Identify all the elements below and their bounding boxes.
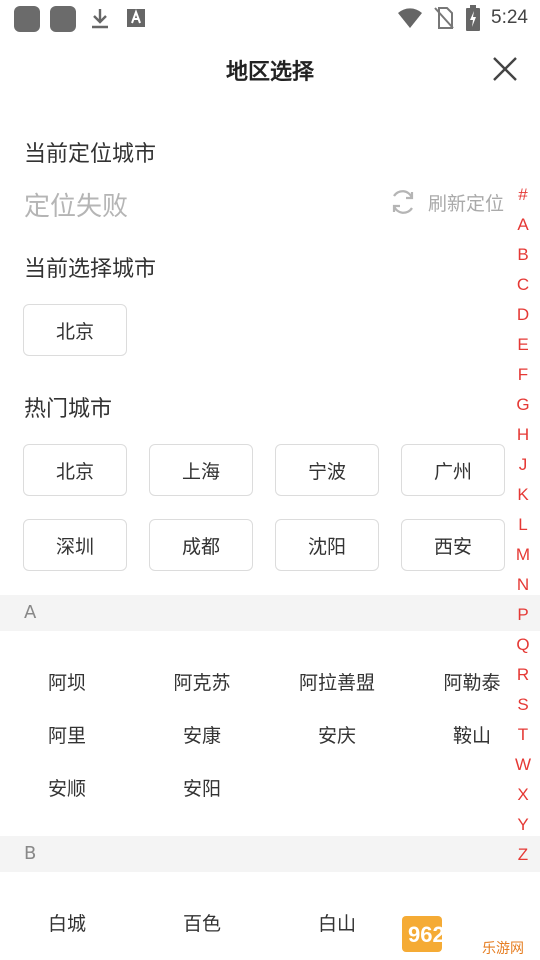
city-item[interactable]: 阿拉善盟	[277, 668, 397, 695]
index-letter[interactable]: N	[514, 570, 532, 600]
wifi-icon	[398, 8, 423, 28]
index-letter[interactable]: R	[514, 660, 532, 690]
index-letter[interactable]: M	[514, 540, 532, 570]
page-title: 地区选择	[225, 60, 314, 85]
index-letter[interactable]: J	[514, 450, 532, 480]
index-letter[interactable]: A	[514, 210, 532, 240]
index-letter[interactable]: T	[514, 720, 532, 750]
city-item[interactable]: 安庆	[277, 721, 397, 748]
group-letter: A	[24, 602, 37, 623]
status-bar: 5:24	[0, 0, 540, 36]
group-header-a: A	[0, 595, 540, 631]
download-icon	[92, 9, 108, 29]
index-letter[interactable]: D	[514, 300, 532, 330]
city-item[interactable]: 阿坝	[7, 668, 127, 695]
city-item[interactable]: 阿克苏	[142, 668, 262, 695]
selected-city-label: 当前选择城市	[24, 257, 157, 282]
app-icon	[14, 6, 40, 32]
index-letter[interactable]: H	[514, 420, 532, 450]
hot-city-button[interactable]: 西安	[401, 519, 505, 571]
status-time: 5:24	[491, 7, 528, 28]
no-sim-icon	[434, 7, 454, 29]
index-letter[interactable]: Q	[514, 630, 532, 660]
app-icon	[50, 6, 76, 32]
index-letter[interactable]: C	[514, 270, 532, 300]
battery-charging-icon	[466, 5, 481, 31]
city-item[interactable]: 安康	[142, 721, 262, 748]
index-letter[interactable]: X	[514, 780, 532, 810]
index-letter[interactable]: L	[514, 510, 532, 540]
index-letter[interactable]: Z	[514, 840, 532, 870]
refresh-location-button[interactable]: 刷新定位	[388, 186, 504, 218]
close-icon[interactable]	[490, 54, 520, 84]
selected-city-button[interactable]: 北京	[23, 304, 127, 356]
alphabet-index-bar[interactable]: # A B C D E F G H J K L M N P Q R S T W X Y Z	[514, 180, 532, 870]
refresh-label: 刷新定位	[427, 192, 504, 215]
location-status: 定位失败	[24, 192, 129, 222]
hot-city-button[interactable]: 宁波	[275, 444, 379, 496]
refresh-icon	[392, 190, 414, 214]
watermark-logo: 962.NET 乐游网	[402, 916, 524, 956]
top-bar: 地区选择	[0, 40, 540, 98]
hot-city-button[interactable]: 北京	[23, 444, 127, 496]
city-item[interactable]: 白山	[277, 909, 397, 936]
index-letter[interactable]: K	[514, 480, 532, 510]
hot-cities-label: 热门城市	[24, 397, 113, 422]
index-letter[interactable]: B	[514, 240, 532, 270]
svg-text:乐游网: 乐游网	[482, 941, 524, 956]
font-icon	[127, 9, 145, 27]
city-item[interactable]: 安阳	[142, 774, 262, 801]
group-header-b: B	[0, 836, 540, 872]
city-item[interactable]: 白城	[7, 909, 127, 936]
index-letter[interactable]: W	[514, 750, 532, 780]
hot-city-button[interactable]: 广州	[401, 444, 505, 496]
index-letter[interactable]: G	[514, 390, 532, 420]
city-item[interactable]: 百色	[142, 909, 262, 936]
index-letter[interactable]: F	[514, 360, 532, 390]
hot-city-button[interactable]: 深圳	[23, 519, 127, 571]
index-letter[interactable]: S	[514, 690, 532, 720]
current-location-label: 当前定位城市	[24, 142, 157, 167]
hot-city-button[interactable]: 沈阳	[275, 519, 379, 571]
city-item[interactable]: 阿里	[7, 721, 127, 748]
hot-city-button[interactable]: 上海	[149, 444, 253, 496]
index-letter[interactable]: Y	[514, 810, 532, 840]
index-letter[interactable]: P	[514, 600, 532, 630]
hot-city-button[interactable]: 成都	[149, 519, 253, 571]
index-letter[interactable]: E	[514, 330, 532, 360]
index-letter[interactable]: #	[514, 180, 532, 210]
city-item[interactable]: 安顺	[7, 774, 127, 801]
group-letter: B	[24, 843, 37, 864]
